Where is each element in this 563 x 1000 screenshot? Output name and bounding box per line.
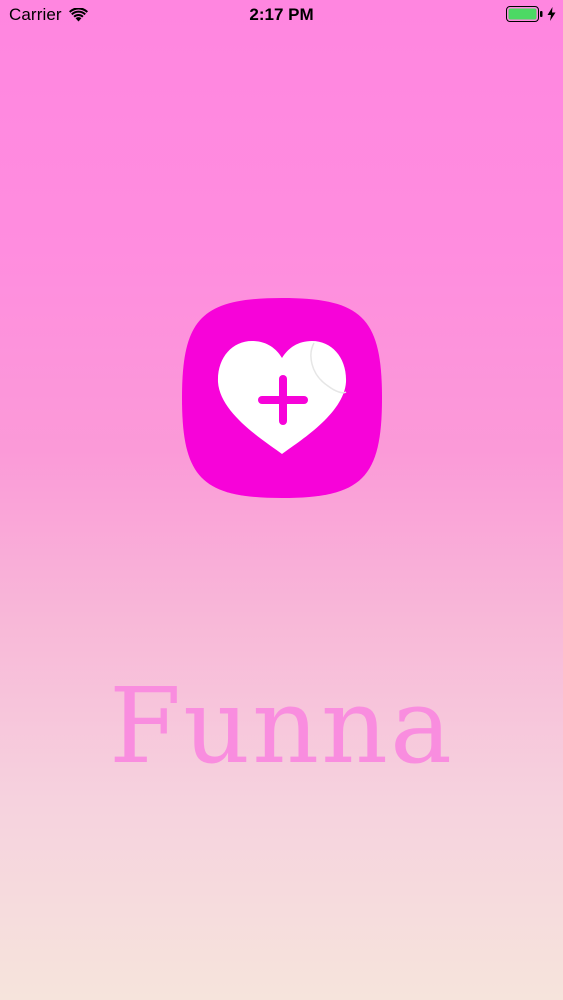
status-bar: Carrier 2:17 PM [0,0,563,30]
battery-icon [506,6,543,22]
bolt-icon [547,7,556,21]
battery-group [506,6,556,22]
app-name: Funna [108,665,455,787]
heart-plus-icon [182,298,382,498]
status-time: 2:17 PM [249,5,314,24]
battery-fill [508,8,537,20]
